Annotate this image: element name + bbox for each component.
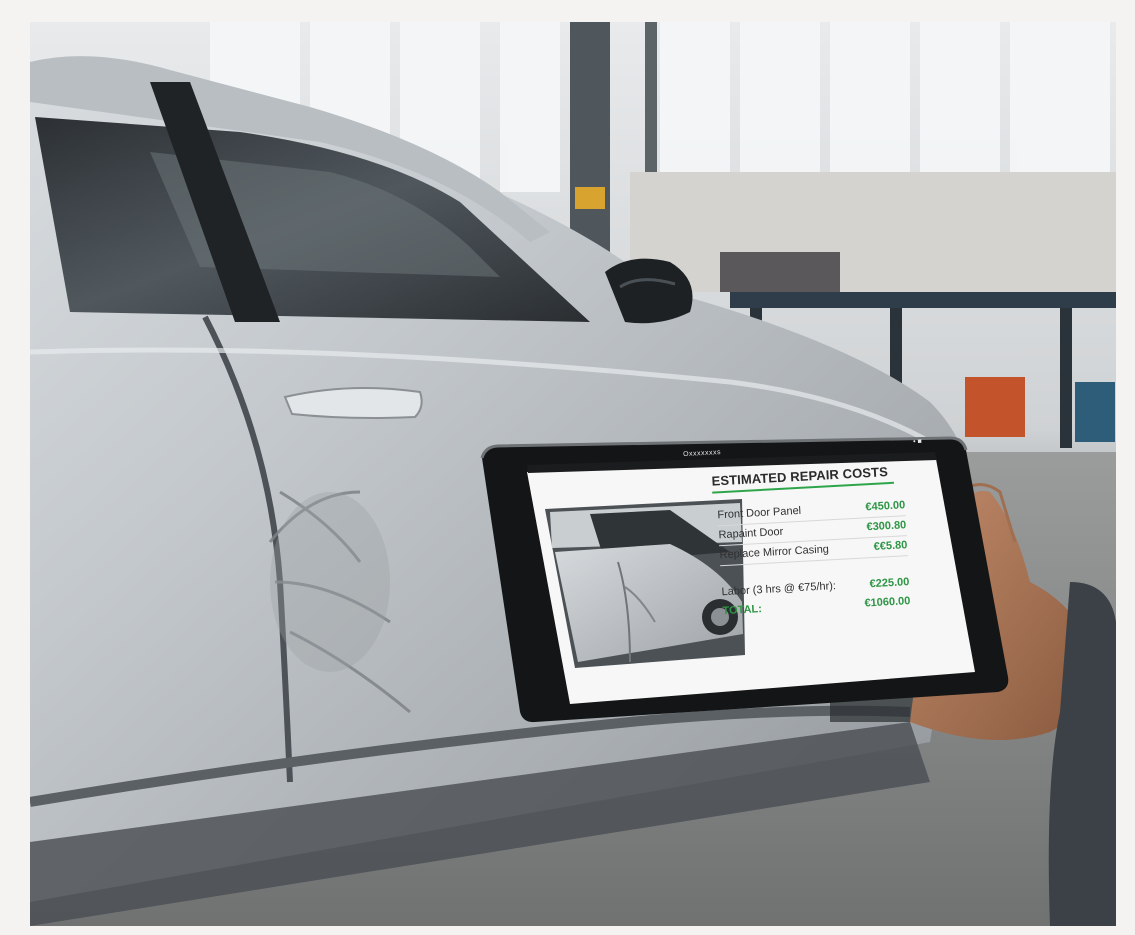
estimate-line-price: €300.80	[866, 519, 907, 534]
tablet-status-bar: Oxxxxxxxs • ■	[482, 438, 922, 462]
estimate-line-price: €450.00	[865, 499, 906, 514]
status-bar-title: Oxxxxxxxs	[682, 449, 722, 459]
estimate-line-price: €225.00	[869, 576, 910, 591]
status-bar-indicators: • ■	[912, 438, 922, 446]
photo-frame: Oxxxxxxxs • ■ ESTIMATED REPAIR COSTS Fro…	[30, 22, 1116, 926]
repair-estimate: ESTIMATED REPAIR COSTS Front Door Panel …	[711, 463, 911, 621]
estimate-title: ESTIMATED REPAIR COSTS	[711, 463, 894, 494]
estimate-total-value: €1060.00	[864, 595, 911, 610]
tablet: Oxxxxxxxs • ■ ESTIMATED REPAIR COSTS Fro…	[30, 22, 1116, 926]
estimate-line-price: €€5.80	[873, 539, 908, 553]
estimate-line-label: Rapaint Door	[718, 525, 784, 542]
tablet-screen: Oxxxxxxxs • ■ ESTIMATED REPAIR COSTS Fro…	[482, 432, 970, 690]
estimate-total-label: TOTAL:	[722, 603, 763, 618]
